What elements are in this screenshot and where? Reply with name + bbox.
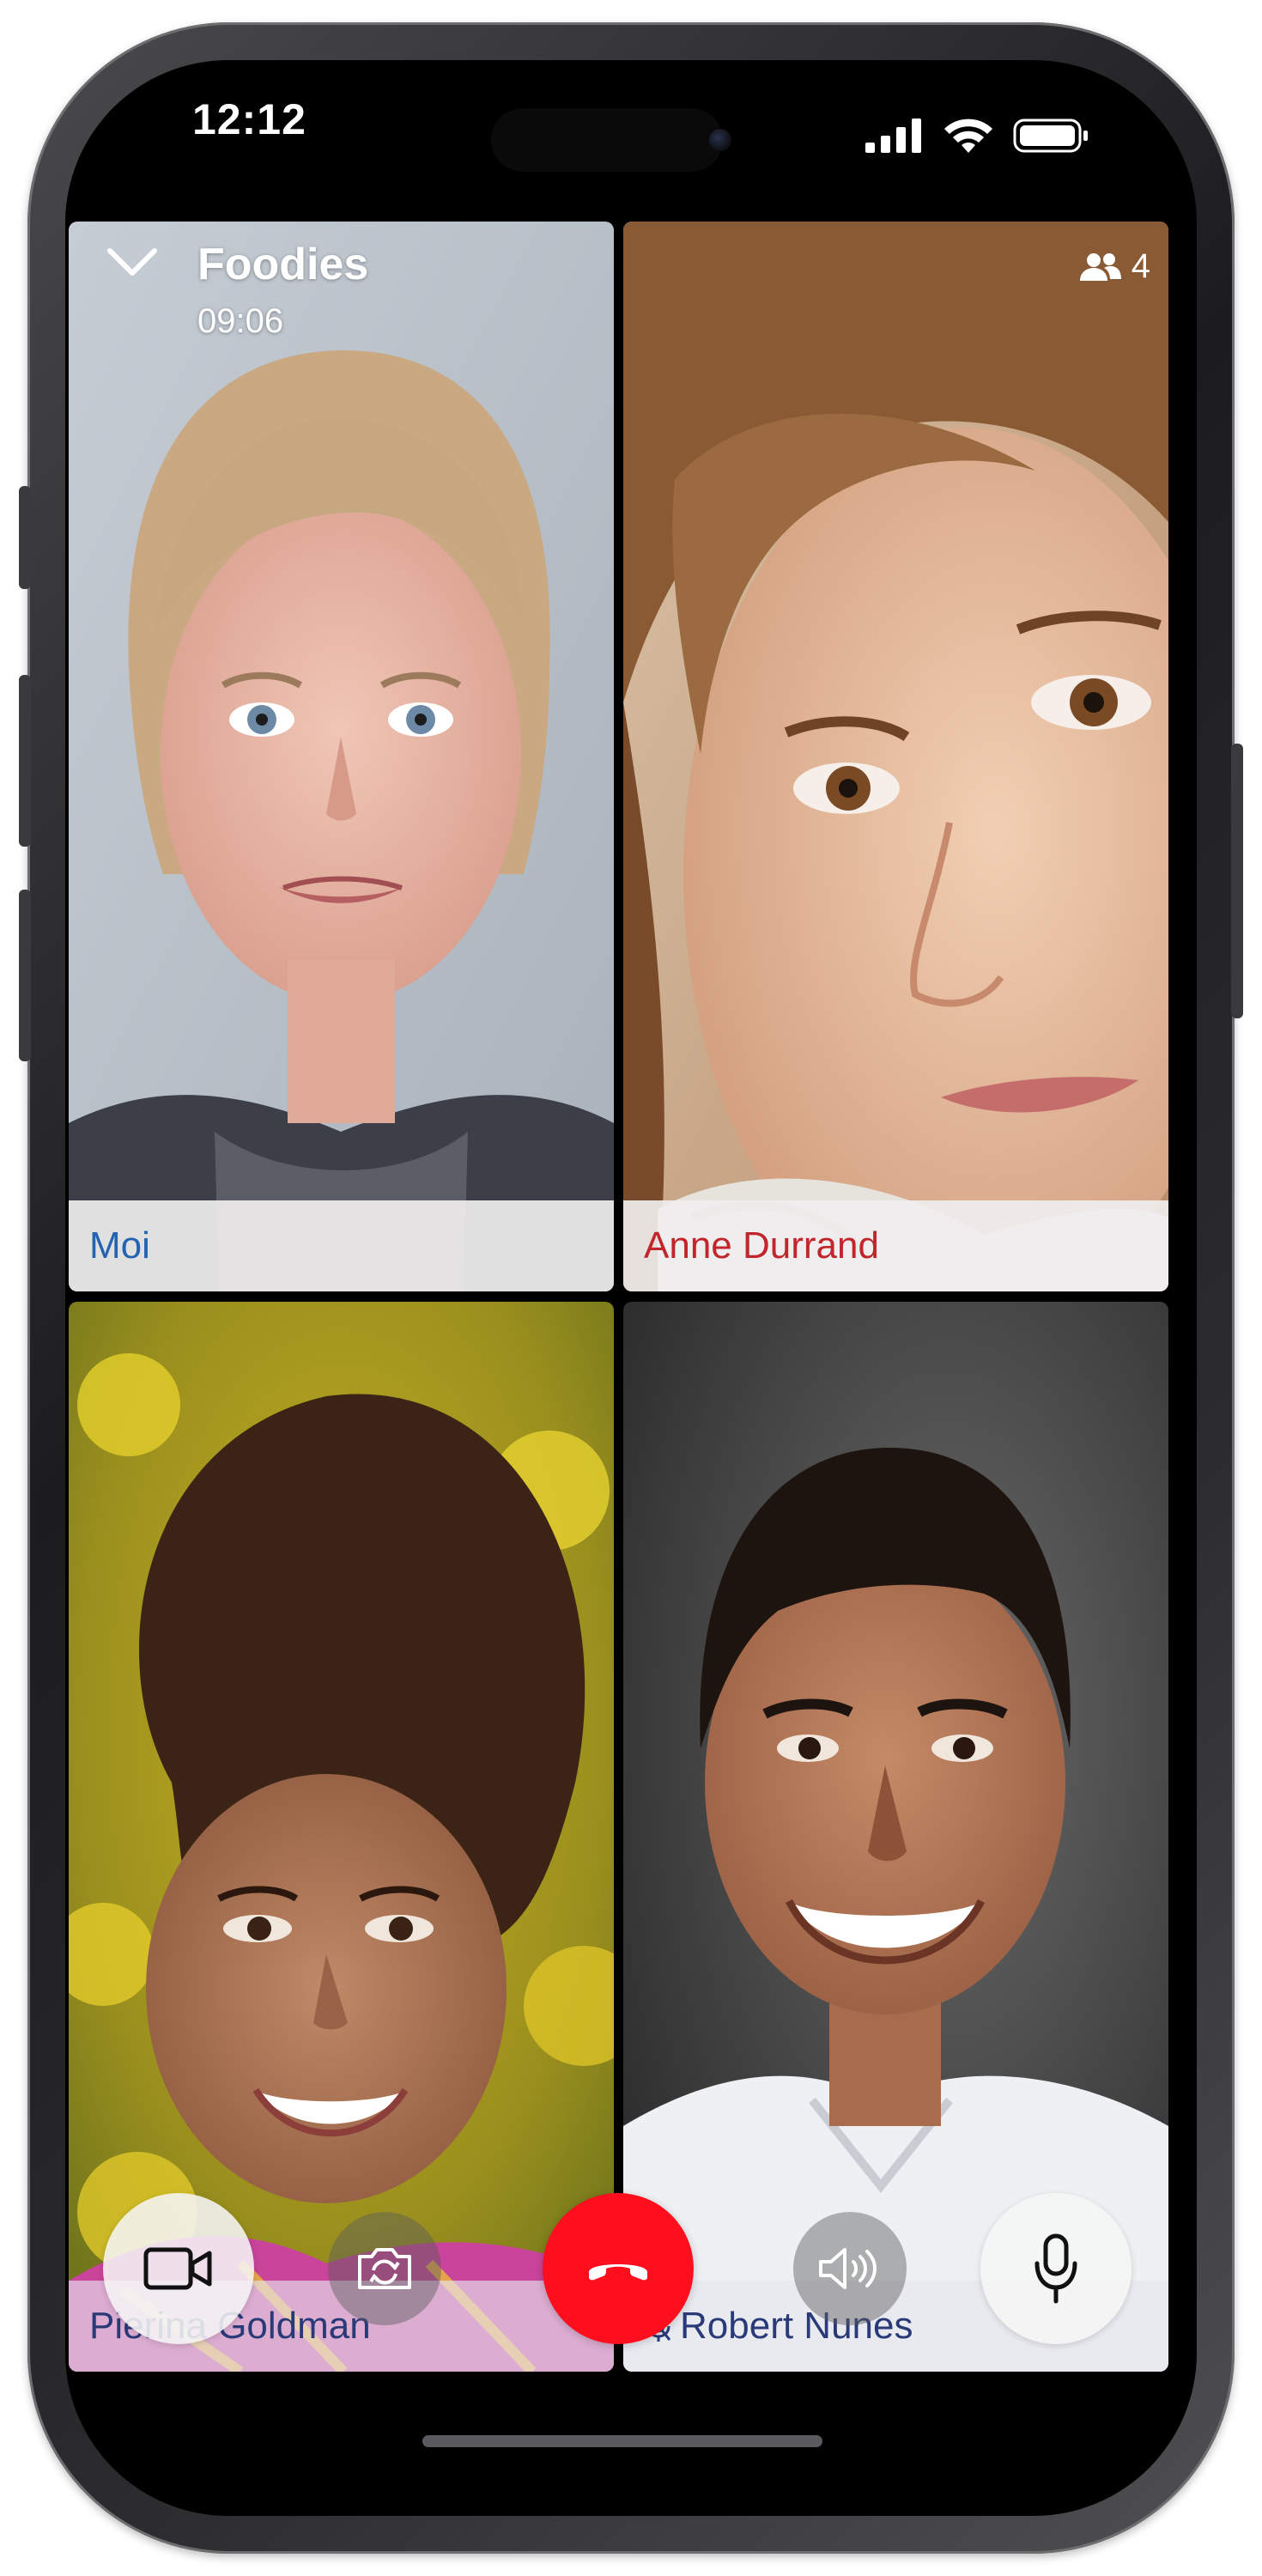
participant-video-moi (69, 222, 614, 1291)
call-header: Foodies 09:06 4 (69, 222, 1185, 359)
volume-up-button (19, 675, 31, 847)
participant-video-anne-durrand (623, 222, 1168, 1291)
participant-count-button[interactable]: 4 (1078, 247, 1150, 286)
participant-count: 4 (1131, 247, 1150, 285)
hang-up-button[interactable] (543, 2193, 694, 2344)
flip-camera-button[interactable] (328, 2212, 441, 2325)
cellular-signal-icon (865, 118, 921, 153)
status-time: 12:12 (192, 95, 306, 143)
action-button (19, 486, 31, 589)
video-camera-icon (143, 2247, 212, 2290)
dynamic-island (491, 108, 723, 172)
phone-hangup-icon (589, 2264, 647, 2281)
participant-name-bar: Moi (69, 1200, 614, 1291)
flip-camera-icon (358, 2248, 411, 2289)
home-indicator[interactable] (422, 2435, 822, 2447)
participant-name: Anne Durrand (644, 1224, 879, 1267)
power-button (1231, 744, 1243, 1018)
video-toggle-button[interactable] (103, 2193, 254, 2344)
call-duration: 09:06 (197, 302, 284, 340)
microphone-button[interactable] (980, 2193, 1132, 2344)
speaker-icon (819, 2248, 877, 2289)
microphone-icon (1034, 2233, 1077, 2304)
group-name: Foodies (197, 240, 369, 289)
participant-name: Moi (89, 1224, 150, 1267)
video-tile-self[interactable]: Moi (69, 222, 614, 1291)
volume-down-button (19, 890, 31, 1061)
speaker-button[interactable] (793, 2212, 907, 2325)
video-tile-anne-durrand[interactable]: Anne Durrand (623, 222, 1168, 1291)
status-icons (864, 117, 1090, 155)
participant-name-bar: Anne Durrand (623, 1200, 1168, 1291)
people-icon (1079, 252, 1121, 281)
wifi-icon (944, 118, 992, 153)
battery-icon (1013, 118, 1088, 153)
front-camera (709, 129, 731, 151)
chevron-down-icon[interactable] (106, 246, 158, 280)
